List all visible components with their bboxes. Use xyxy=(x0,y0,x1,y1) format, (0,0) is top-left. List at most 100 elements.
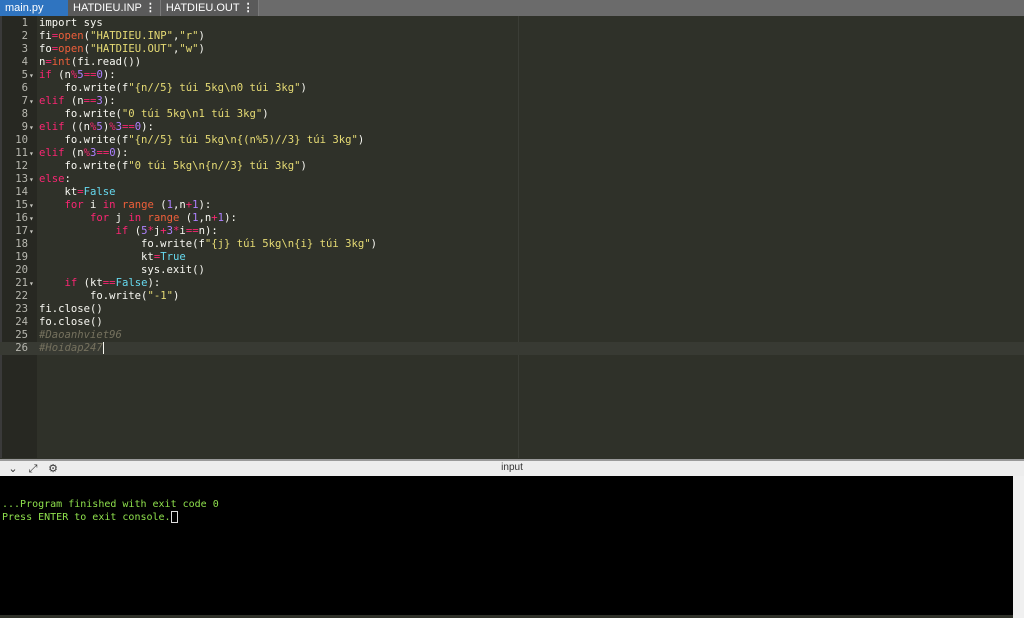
code-text: fo=open("HATDIEU.OUT","w") xyxy=(39,43,205,56)
code-text: sys.exit() xyxy=(39,264,205,277)
tab-menu-icon[interactable]: ⋮ xyxy=(243,1,254,16)
line-number: 4 xyxy=(21,56,28,68)
code-token: if xyxy=(115,225,129,237)
code-token: "{n//5} túi 5kg\n{(n%5)//3} túi 3kg" xyxy=(128,134,358,146)
code-token: fi.close() xyxy=(39,303,103,315)
code-token: ) xyxy=(198,43,205,55)
line-number: 2 xyxy=(21,30,28,42)
code-token: (n xyxy=(51,69,71,81)
fold-arrow-icon[interactable]: ▾ xyxy=(29,199,37,212)
code-token: "HATDIEU.OUT" xyxy=(90,43,173,55)
code-text: elif (n==3): xyxy=(39,95,116,108)
code-text: else: xyxy=(39,173,71,186)
console-output[interactable]: ...Program finished with exit code 0 Pre… xyxy=(0,476,1013,615)
code-token: == xyxy=(121,121,135,133)
code-token: for xyxy=(64,199,84,211)
code-text: #Daoanhviet96 xyxy=(39,329,122,342)
code-token: ): xyxy=(102,95,116,107)
code-token: == xyxy=(96,147,110,159)
code-token: fo.write( xyxy=(39,290,148,302)
code-token: ( xyxy=(128,225,142,237)
code-token: else xyxy=(39,173,65,185)
line-number: 12 xyxy=(15,160,28,172)
code-token: ) xyxy=(370,238,378,250)
line-number: 23 xyxy=(15,303,28,315)
code-token: range xyxy=(121,199,154,211)
fold-arrow-icon[interactable]: ▾ xyxy=(29,95,37,108)
code-text: kt=False xyxy=(39,186,116,199)
code-token: ,n xyxy=(198,212,212,224)
line-number: 16 xyxy=(15,212,28,224)
code-text: fo.write("-1") xyxy=(39,290,179,303)
console-line: Press ENTER to exit console. xyxy=(2,511,178,523)
code-token: elif xyxy=(39,95,65,107)
code-text: elif (n%3==0): xyxy=(39,147,128,160)
code-token: in xyxy=(128,212,142,224)
code-token: ): xyxy=(115,147,129,159)
code-token: open xyxy=(58,43,84,55)
code-token: if xyxy=(39,69,52,81)
code-token: ) xyxy=(357,134,365,146)
console-scrollbar[interactable] xyxy=(1013,476,1024,618)
code-token: ): xyxy=(102,69,116,81)
code-token: ((n xyxy=(64,121,91,133)
tab-hatdieu-inp[interactable]: HATDIEU.INP ⋮ xyxy=(68,0,161,16)
code-text: fo.write("0 túi 5kg\n1 túi 3kg") xyxy=(39,108,269,121)
line-number: 15 xyxy=(15,199,28,211)
code-token: #Hoidap247 xyxy=(39,342,103,354)
line-number: 24 xyxy=(15,316,28,328)
code-token: j xyxy=(109,212,129,224)
code-line[interactable]: 26 #Hoidap247 xyxy=(0,342,1024,355)
code-token: ) xyxy=(300,160,307,172)
code-token: elif xyxy=(39,121,65,133)
line-number: 6 xyxy=(21,82,28,94)
tab-main-py[interactable]: main.py xyxy=(0,0,68,16)
line-number: 11 xyxy=(15,147,28,159)
tab-hatdieu-out[interactable]: HATDIEU.OUT ⋮ xyxy=(160,0,259,16)
code-token: i xyxy=(83,199,103,211)
code-token: ) xyxy=(198,30,205,42)
code-text: elif ((n%5)%3==0): xyxy=(39,121,154,134)
code-token: ) xyxy=(172,290,180,302)
code-token: "0 túi 5kg\n1 túi 3kg" xyxy=(121,108,263,120)
code-text: fo.write(f"{n//5} túi 5kg\n0 túi 3kg") xyxy=(39,82,307,95)
code-token: ,n xyxy=(173,199,186,211)
code-token: fo.close() xyxy=(39,316,103,328)
code-editor[interactable]: 1 import sys 2 fi=open("HATDIEU.INP","r") 3 f… xyxy=(0,16,1024,458)
console-title: input xyxy=(501,462,523,473)
line-number: 20 xyxy=(15,264,28,276)
tab-menu-icon[interactable]: ⋮ xyxy=(145,1,156,16)
code-token: import sys xyxy=(39,17,103,29)
code-token: n): xyxy=(198,225,218,237)
code-token: fo.write(f xyxy=(39,160,129,172)
fold-arrow-icon[interactable]: ▾ xyxy=(29,69,37,82)
code-token: False xyxy=(115,277,148,289)
fold-arrow-icon[interactable]: ▾ xyxy=(29,212,37,225)
code-token: == xyxy=(83,95,97,107)
code-token: kt xyxy=(39,186,78,198)
code-token: int xyxy=(51,56,71,68)
line-number: 13 xyxy=(15,173,28,185)
code-token: (fi.read()) xyxy=(70,56,142,68)
line-number: 19 xyxy=(15,251,28,263)
fold-arrow-icon[interactable]: ▾ xyxy=(29,173,37,186)
code-token: "r" xyxy=(179,30,199,42)
fold-arrow-icon[interactable]: ▾ xyxy=(29,225,37,238)
code-token: ) xyxy=(300,82,307,94)
line-number: 1 xyxy=(21,17,28,29)
line-number: 17 xyxy=(15,225,28,237)
fold-arrow-icon[interactable]: ▾ xyxy=(29,277,37,290)
code-token: fo.write(f xyxy=(39,134,129,146)
code-token: "0 túi 5kg\n{n//3} túi 3kg" xyxy=(128,160,301,172)
code-text: fo.write(f"{j} túi 5kg\n{i} túi 3kg") xyxy=(39,238,377,251)
code-token: fo.write(f xyxy=(39,238,205,250)
code-token: range xyxy=(147,212,180,224)
fold-arrow-icon[interactable]: ▾ xyxy=(29,147,37,160)
code-token: (n xyxy=(64,147,84,159)
code-token: open xyxy=(58,30,84,42)
code-token: ): xyxy=(224,212,237,224)
fold-arrow-icon[interactable]: ▾ xyxy=(29,121,37,134)
